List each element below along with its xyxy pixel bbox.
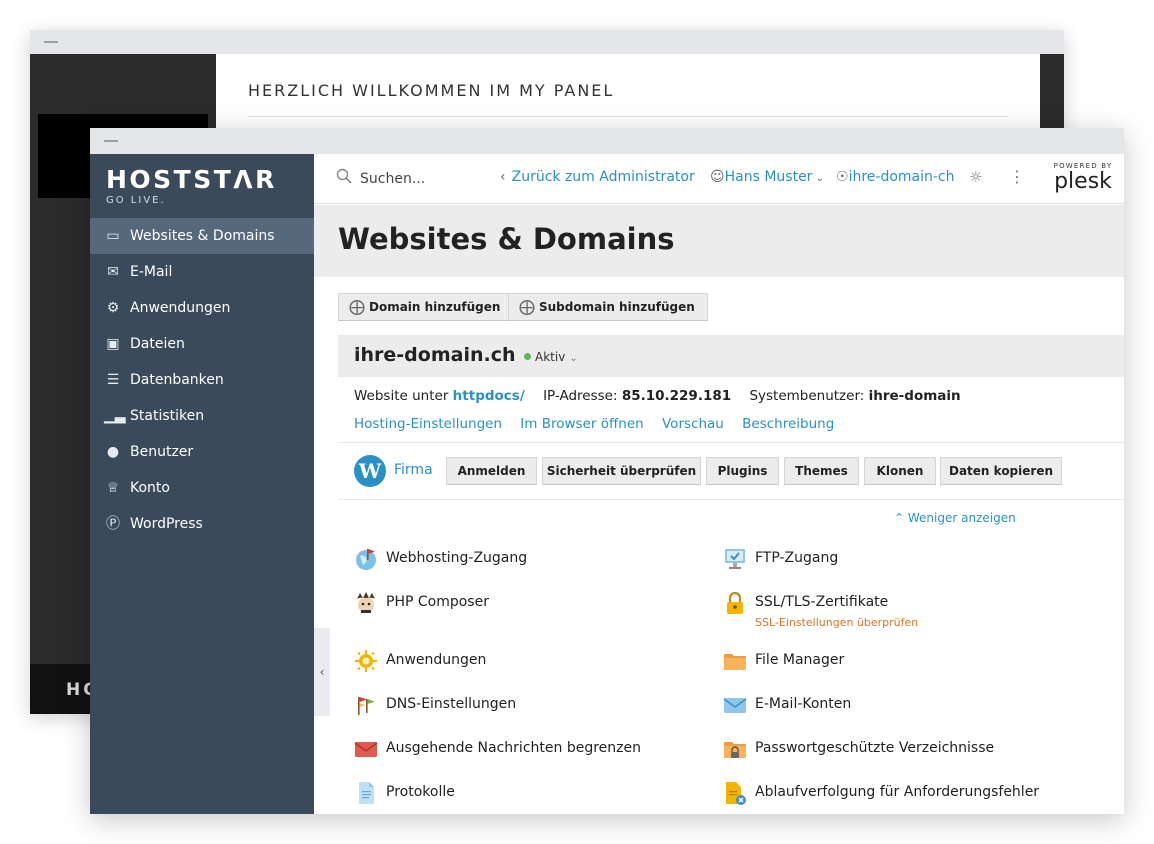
tool-limit-outgoing-messages[interactable]: Ausgehende Nachrichten begrenzen (354, 736, 694, 766)
back-to-admin-link[interactable]: ‹ Zurück zum Administrator (500, 169, 695, 185)
monitor-icon: ▭ (106, 228, 120, 244)
front-window-plesk: HOSTSTΛR GO LIVE. ▭ Websites & Domains ✉… (90, 128, 1124, 814)
wordpress-bar: W Firma Anmelden Sicherheit überprüfen P… (338, 442, 1124, 500)
add-subdomain-button[interactable]: ⨁ Subdomain hinzufügen (508, 293, 708, 321)
topbar: ‹Zurück zum Administrator ☺Hans Muster ⌄… (314, 154, 1124, 204)
open-in-browser-link[interactable]: Im Browser öffnen (520, 416, 643, 432)
error-trace-icon (726, 782, 746, 805)
layers-icon: ☰ (106, 372, 120, 388)
wordpress-icon: W (354, 455, 386, 487)
chevron-down-icon: ⌄ (812, 173, 824, 184)
wp-themes-button[interactable]: Themes (784, 457, 859, 485)
domain-links: Hosting-Einstellungen Im Browser öffnen … (354, 416, 848, 432)
folder-icon: ▣ (106, 336, 120, 352)
chevron-up-icon: ⌃ (894, 511, 908, 525)
composer-icon (357, 592, 375, 613)
globe-icon: ☉ (836, 169, 849, 185)
status-badge[interactable]: Aktiv ⌄ (524, 350, 578, 364)
plesk-logo: POWERED BY plesk (1053, 162, 1113, 194)
status-dot (524, 353, 531, 360)
tool-file-manager[interactable]: File Manager (723, 648, 1103, 678)
sidebar: HOSTSTΛR GO LIVE. ▭ Websites & Domains ✉… (90, 154, 314, 814)
back-page-heading: HERZLICH WILLKOMMEN IM MY PANEL (248, 81, 615, 100)
back-window-titlebar (30, 30, 1064, 54)
sidebar-item-konto[interactable]: ♕ Konto (90, 470, 314, 506)
subscription-menu[interactable]: ☉ihre-domain-ch (836, 169, 955, 185)
sidebar-item-websites-domains[interactable]: ▭ Websites & Domains (90, 218, 314, 254)
wp-clone-button[interactable]: Klonen (864, 457, 936, 485)
sidebar-item-wordpress[interactable]: Ⓟ WordPress (90, 506, 314, 542)
user-icon: ☺ (710, 169, 725, 185)
gear-icon: ⚙ (106, 300, 120, 316)
chevron-down-icon: ⌄ (569, 353, 578, 364)
sidebar-item-anwendungen[interactable]: ⚙ Anwendungen (90, 290, 314, 326)
tool-applications[interactable]: Anwendungen (354, 648, 694, 678)
tool-logs[interactable]: Protokolle (354, 780, 694, 810)
page-title: Websites & Domains (338, 222, 675, 256)
hoststar-logo[interactable]: HOSTSTΛR GO LIVE. (106, 164, 277, 206)
domain-card: ihre-domain.ch Aktiv ⌄ Website unter http… (338, 335, 1124, 814)
user-menu[interactable]: ☺Hans Muster ⌄ (710, 169, 824, 185)
globe-flag-icon (356, 549, 376, 570)
sidebar-collapse-button[interactable]: ‹ (314, 628, 330, 716)
tool-ssl-certificates[interactable]: SSL/TLS-Zertifikate SSL-Einstellungen üb… (723, 590, 1103, 634)
locked-folder-icon (724, 742, 746, 758)
divider (248, 116, 1008, 117)
domain-header: ihre-domain.ch Aktiv ⌄ (338, 335, 1124, 377)
ip-address: 85.10.229.181 (621, 388, 732, 404)
sidebar-item-dateien[interactable]: ▣ Dateien (90, 326, 314, 362)
wp-copy-data-button[interactable]: Daten kopieren (940, 457, 1062, 485)
description-link[interactable]: Beschreibung (742, 416, 834, 432)
system-user: ihre-domain (868, 388, 961, 404)
ftp-monitor-icon (725, 549, 745, 569)
add-domain-button[interactable]: ⨁ Domain hinzufügen (338, 293, 514, 321)
search-input[interactable] (360, 168, 480, 190)
sidebar-item-datenbanken[interactable]: ☰ Datenbanken (90, 362, 314, 398)
folder-icon (724, 654, 746, 670)
wp-security-check-button[interactable]: Sicherheit überprüfen (542, 457, 701, 485)
wordpress-site-name[interactable]: Firma (394, 462, 433, 478)
tool-php-composer[interactable]: PHP Composer (354, 590, 694, 620)
more-options-icon[interactable]: ⋮ (1009, 167, 1025, 186)
wp-plugins-button[interactable]: Plugins (706, 457, 779, 485)
minimize-dash[interactable] (104, 140, 118, 142)
wp-login-button[interactable]: Anmelden (446, 457, 537, 485)
front-window-titlebar (90, 128, 1124, 154)
show-less-link[interactable]: ⌃ Weniger anzeigen (894, 511, 1016, 525)
padlock-icon (727, 591, 743, 614)
plus-icon: ⨁ (519, 297, 535, 316)
domain-info-line: Website unter httpdocs/ IP-Adresse: 85.1… (354, 388, 961, 404)
sidebar-item-benutzer[interactable]: ● Benutzer (90, 434, 314, 470)
user-icon: ● (106, 444, 120, 460)
preview-link[interactable]: Vorschau (662, 416, 724, 432)
chevron-left-icon: ‹ (500, 169, 506, 185)
docroot-link[interactable]: httpdocs/ (453, 388, 525, 404)
page-header: Websites & Domains (314, 205, 1124, 277)
minimize-dash[interactable] (44, 41, 58, 43)
tool-ftp-access[interactable]: FTP-Zugang (723, 546, 1103, 576)
envelope-icon (723, 698, 747, 713)
dns-flags-icon (358, 697, 375, 715)
tool-dns-settings[interactable]: DNS-Einstellungen (354, 692, 694, 722)
hosting-settings-link[interactable]: Hosting-Einstellungen (354, 416, 502, 432)
search-icon (336, 168, 352, 184)
sun-gear-icon (355, 650, 377, 672)
chevron-left-icon: ‹ (319, 665, 325, 679)
crown-icon: ♕ (106, 480, 120, 496)
tool-email-accounts[interactable]: E-Mail-Konten (723, 692, 1103, 722)
domain-name[interactable]: ihre-domain.ch (354, 344, 516, 366)
help-assistant-icon[interactable]: ☼ (969, 168, 982, 186)
ssl-settings-warning-link[interactable]: SSL-Einstellungen überprüfen (755, 616, 918, 629)
tool-webhosting-access[interactable]: Webhosting-Zugang (354, 546, 694, 576)
sidebar-item-statistiken[interactable]: ▁▃ Statistiken (90, 398, 314, 434)
envelope-icon: ✉ (107, 264, 119, 280)
tool-password-protected-directories[interactable]: Passwortgeschützte Verzeichnisse (723, 736, 1103, 766)
document-icon (359, 782, 374, 804)
plus-icon: ⨁ (349, 297, 365, 316)
red-envelope-icon (354, 742, 378, 757)
wordpress-icon: Ⓟ (106, 516, 120, 532)
tool-failed-request-tracing[interactable]: Ablaufverfolgung für Anforderungsfehler (723, 780, 1103, 810)
sidebar-item-email[interactable]: ✉ E-Mail (90, 254, 314, 290)
bar-chart-icon: ▁▃ (104, 408, 126, 424)
